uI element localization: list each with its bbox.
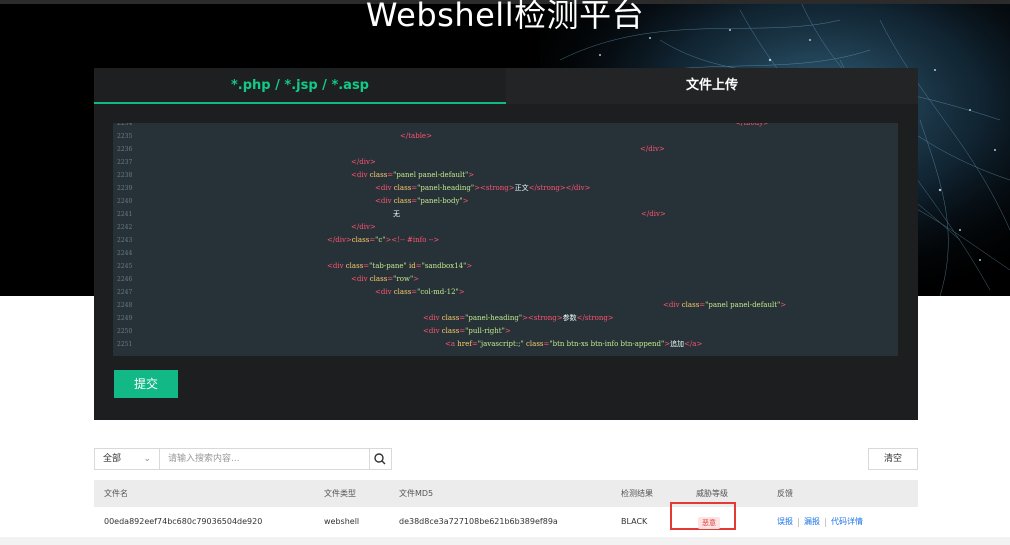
code-line: 2240 <div class="panel-body"> [113, 195, 898, 208]
line-number: 2248 [117, 302, 133, 309]
header-filename: 文件名 [104, 489, 128, 498]
divider [798, 518, 799, 527]
cell-filetype: webshell [324, 517, 360, 526]
line-number: 2242 [117, 224, 133, 231]
header-filetype: 文件类型 [324, 489, 356, 498]
cell-md5: de38d8ce3a727108be621b6b389ef89a [399, 517, 558, 526]
line-content: </table> [400, 132, 432, 140]
line-content: </div> [351, 158, 376, 166]
line-number: 2235 [117, 133, 133, 140]
line-content: 无 [393, 210, 400, 218]
code-line: 2236 </div> [113, 143, 898, 156]
search-button[interactable] [370, 448, 392, 470]
line-content: <div class="panel-body"> [375, 197, 469, 205]
line-content: </div> [640, 145, 665, 153]
false-negative-link[interactable]: 漏报 [804, 507, 820, 537]
line-number: 2243 [117, 237, 133, 244]
code-line: 2247 <div class="col-md-12"> [113, 286, 898, 299]
code-line: 2235 </table> [113, 130, 898, 143]
line-content: <div class="row"> [351, 275, 420, 283]
line-content: <a href="javascript:;" class="btn btn-xs… [445, 340, 703, 348]
line-number: 2240 [117, 198, 133, 205]
header-feedback: 反馈 [777, 489, 793, 498]
divider [825, 518, 826, 527]
line-content: <div class="panel-heading"><strong>正文</s… [375, 184, 591, 192]
line-content: <div class="panel panel-default"> [351, 171, 475, 179]
code-line: 2243 </div>class="c"><!-- #info --> [113, 234, 898, 247]
chevron-down-icon: ⌄ [143, 454, 151, 464]
line-number: 2234 [117, 123, 133, 127]
line-content-tail: </div> [641, 210, 666, 218]
cell-filename: 00eda892eef74bc680c79036504de920 [104, 517, 263, 526]
line-content: </tbody> [735, 123, 770, 127]
code-line: 2250 <div class="pull-right"> [113, 325, 898, 338]
tab-code-detect[interactable]: *.php / *.jsp / *.asp [94, 68, 506, 104]
line-content: <div class="panel panel-default"> [663, 301, 787, 309]
line-content: </div> [351, 223, 376, 231]
page-title: Webshell检测平台 [365, 0, 645, 34]
code-line: 2249 <div class="panel-heading"><strong>参… [113, 312, 898, 325]
line-number: 2245 [117, 263, 133, 270]
code-line: 2248 <div class="panel panel-default"> [113, 299, 898, 312]
submit-button[interactable]: 提交 [114, 370, 178, 398]
cell-result: BLACK [621, 517, 648, 526]
code-line: 2239 <div class="panel-heading"><strong>正… [113, 182, 898, 195]
table-header: 文件名 文件类型 文件MD5 检测结果 威胁等级 反馈 [94, 480, 918, 507]
line-number: 2239 [117, 185, 133, 192]
line-number: 2244 [117, 250, 133, 257]
code-editor[interactable]: 2234 </tbody> 2235 </table> 2236 </div> 2237 </… [113, 123, 898, 356]
tab-bar: *.php / *.jsp / *.asp 文件上传 [94, 68, 918, 104]
code-line: 2245 <div class="tab-pane" id="sandbox14"… [113, 260, 898, 273]
tab-file-upload[interactable]: 文件上传 [506, 68, 918, 104]
category-select-value: 全部 [103, 454, 122, 464]
page-bottom-strip [0, 537, 1010, 545]
table-row: 00eda892eef74bc680c79036504de920 webshel… [94, 502, 918, 537]
threat-badge: 恶意 [698, 517, 720, 529]
code-line: 2234 </tbody> [113, 123, 898, 130]
code-line: 2251 <a href="javascript:;" class="btn bt… [113, 338, 898, 351]
line-number: 2238 [117, 172, 133, 179]
header-md5: 文件MD5 [399, 489, 434, 498]
code-line: 2244 [113, 247, 898, 260]
line-content: </div>class="c"><!-- #info --> [327, 236, 440, 244]
clear-button[interactable]: 清空 [868, 448, 918, 470]
code-detail-link[interactable]: 代码详情 [831, 507, 863, 537]
header-result: 检测结果 [621, 489, 653, 498]
line-number: 2251 [117, 341, 133, 348]
code-line: 2246 <div class="row"> [113, 273, 898, 286]
line-number: 2241 [117, 211, 133, 218]
line-content: <div class="tab-pane" id="sandbox14"> [327, 262, 473, 270]
line-number: 2246 [117, 276, 133, 283]
category-select[interactable]: 全部 ⌄ [94, 448, 160, 470]
code-line: 2238 <div class="panel panel-default"> [113, 169, 898, 182]
line-content: <div class="panel-heading"><strong>参数</s… [423, 314, 614, 322]
false-positive-link[interactable]: 误报 [777, 507, 793, 537]
line-number: 2250 [117, 328, 133, 335]
code-line: 2242 </div> [113, 221, 898, 234]
line-number: 2249 [117, 315, 133, 322]
detection-panel: *.php / *.jsp / *.asp 文件上传 2234 </tbody> 2… [94, 68, 918, 420]
search-icon [374, 453, 386, 465]
line-number: 2236 [117, 146, 133, 153]
line-number: 2247 [117, 289, 133, 296]
line-content: <div class="col-md-12"> [375, 288, 465, 296]
line-content: <div class="pull-right"> [423, 327, 511, 335]
code-line: 2241 无 </div> [113, 208, 898, 221]
line-number: 2237 [117, 159, 133, 166]
search-input[interactable]: 请输入搜索内容... [160, 448, 370, 470]
code-line: 2237 </div> [113, 156, 898, 169]
